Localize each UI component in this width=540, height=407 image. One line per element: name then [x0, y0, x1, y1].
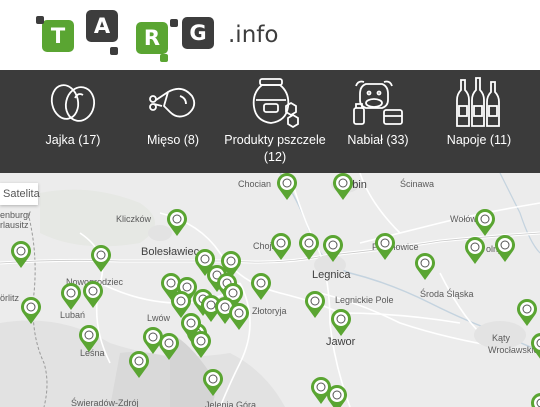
- map-place-label: Legnica: [312, 269, 351, 281]
- map-place-label: Kąty: [492, 333, 511, 343]
- map-marker-pin-icon[interactable]: [326, 385, 348, 407]
- honey-icon: [252, 78, 299, 129]
- map-place-label: Jawor: [326, 336, 356, 348]
- map-place-label: enburg/: [0, 210, 31, 220]
- logo-dot: [110, 47, 118, 55]
- map-marker-pin-icon[interactable]: [166, 209, 188, 237]
- map[interactable]: Chocian Lubin Ścinawa Kliczków Wołów enburg/r…: [0, 173, 540, 407]
- map-place-label: Środa Śląska: [420, 289, 474, 299]
- map-marker-pin-icon[interactable]: [270, 233, 292, 261]
- eggs-icon: [50, 84, 96, 122]
- logo-letter-a: A: [86, 10, 118, 42]
- drinks-icon: [456, 77, 500, 127]
- meat-icon: [149, 87, 196, 118]
- map-marker-pin-icon[interactable]: [530, 333, 540, 361]
- category-bar: Jajka (17) Mięso (8) Produkty pszczele (…: [0, 70, 540, 173]
- map-marker-pin-icon[interactable]: [332, 173, 354, 201]
- map-marker-pin-icon[interactable]: [10, 241, 32, 269]
- targ-logo[interactable]: T A R G .info: [36, 0, 296, 70]
- site-header: T A R G .info: [0, 0, 540, 70]
- map-place-label: rlausitz: [0, 220, 29, 230]
- map-marker-pin-icon[interactable]: [414, 253, 436, 281]
- dairy-icon: [353, 80, 403, 125]
- map-marker-pin-icon[interactable]: [128, 351, 150, 379]
- map-marker-pin-icon[interactable]: [330, 309, 352, 337]
- map-place-label: Wołów: [450, 214, 477, 224]
- logo-dot: [160, 54, 168, 62]
- category-meat[interactable]: Mięso (8): [130, 70, 216, 173]
- category-drinks[interactable]: Napoje (11): [436, 70, 522, 173]
- map-marker-pin-icon[interactable]: [82, 281, 104, 309]
- map-place-label: Bolesławiec: [141, 246, 200, 258]
- map-marker-pin-icon[interactable]: [298, 233, 320, 261]
- map-marker-pin-icon[interactable]: [494, 235, 516, 263]
- map-marker-pin-icon[interactable]: [276, 173, 298, 201]
- category-eggs[interactable]: Jajka (17): [28, 70, 118, 173]
- logo-dot: [36, 16, 44, 24]
- map-place-label: Złotoryja: [252, 306, 287, 316]
- map-place-label: Ścinawa: [400, 179, 435, 189]
- map-marker-pin-icon[interactable]: [374, 233, 396, 261]
- map-marker-pin-icon[interactable]: [20, 297, 42, 325]
- map-marker-pin-icon[interactable]: [60, 283, 82, 311]
- category-bee-products[interactable]: Produkty pszczele (12): [220, 70, 330, 173]
- map-marker-pin-icon[interactable]: [228, 303, 250, 331]
- map-place-label: Chocian: [238, 179, 272, 189]
- category-label: Napoje (11): [446, 133, 512, 147]
- map-marker-pin-icon[interactable]: [464, 237, 486, 265]
- map-place-label: Lubań: [60, 310, 86, 320]
- logo-letter-t: T: [42, 20, 74, 52]
- category-label: Jajka (17): [45, 133, 101, 147]
- map-marker-pin-icon[interactable]: [322, 235, 344, 263]
- map-marker-pin-icon[interactable]: [180, 313, 202, 341]
- category-label: Produkty pszczele (12): [224, 133, 326, 164]
- logo-letter-r: R: [136, 22, 168, 54]
- map-place-label: Lwów: [147, 313, 171, 323]
- map-marker-pin-icon[interactable]: [158, 333, 180, 361]
- map-place-label: Kliczków: [116, 214, 152, 224]
- map-marker-pin-icon[interactable]: [202, 369, 224, 397]
- map-place-label: Legnickie Pole: [335, 295, 394, 305]
- map-marker-pin-icon[interactable]: [474, 209, 496, 237]
- category-label: Nabiał (33): [347, 133, 409, 147]
- logo-suffix: .info: [228, 22, 279, 48]
- category-label: Mięso (8): [146, 133, 200, 147]
- satellite-toggle-button[interactable]: Satelita: [0, 183, 40, 205]
- logo-letter-g: G: [182, 17, 214, 49]
- map-place-label: örlitz: [0, 293, 20, 303]
- map-marker-pin-icon[interactable]: [250, 273, 272, 301]
- map-marker-pin-icon[interactable]: [516, 299, 538, 327]
- map-place-label: Świeradów-Zdrój: [71, 398, 139, 407]
- map-place-label: Jelenia Góra: [205, 400, 257, 407]
- map-marker-pin-icon[interactable]: [530, 393, 540, 407]
- logo-dot: [170, 19, 178, 27]
- category-dairy[interactable]: Nabiał (33): [336, 70, 420, 173]
- map-marker-pin-icon[interactable]: [78, 325, 100, 353]
- map-marker-pin-icon[interactable]: [304, 291, 326, 319]
- map-marker-pin-icon[interactable]: [90, 245, 112, 273]
